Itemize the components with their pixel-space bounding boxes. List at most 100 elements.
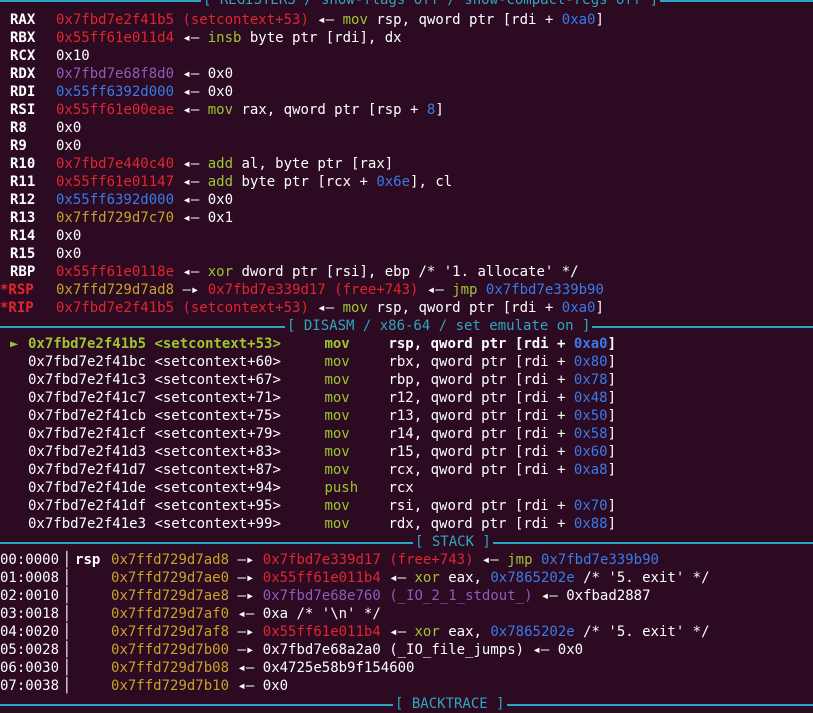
register-name: R13 (10, 210, 36, 226)
instruction-operand: ] (607, 372, 617, 388)
register-value: 0x7ffd729d7c70 (56, 210, 175, 226)
current-instruction-arrow-icon (0, 443, 28, 461)
registers-header: [ REGISTERS / show-flags off / show-comp… (0, 0, 813, 9)
stack-value: xor (414, 570, 440, 586)
stack-register: rsp (75, 552, 101, 568)
register-row: R8 0x0 (0, 119, 81, 137)
instruction-mnemonic: mov (324, 498, 350, 514)
deref-arrow: ◂— (174, 192, 208, 208)
current-instruction-arrow-icon: ► (10, 336, 19, 352)
stack-value: ◂— (532, 588, 567, 604)
stack-value: jmp (507, 552, 533, 568)
register-deref: rax, qword ptr [rsp + (233, 102, 427, 118)
stack-address: 0x7ffd729d7af8 (111, 624, 230, 640)
register-deref: ] (435, 102, 444, 118)
stack-value: ◂— (524, 642, 558, 658)
register-value: 0x55ff61e01147 (56, 174, 175, 190)
current-instruction-arrow-icon (0, 497, 28, 515)
register-value: 0x0 (56, 228, 82, 244)
stack-title: [ STACK ] (413, 533, 493, 551)
register-deref: ] (595, 12, 604, 28)
stack-value: 0x7fbd7e68a2a0 (_IO_file_jumps) (262, 642, 525, 658)
instruction-operand: rbx, qword ptr [rdi + (388, 354, 574, 370)
stack-value: (free+743) (380, 552, 474, 568)
stack-value: 0x7865202e (490, 570, 575, 586)
register-value: 0x55ff61e011d4 (56, 30, 175, 46)
instruction-operand: rsi, qword ptr [rdi + (388, 498, 574, 514)
stack-divider: │ (62, 678, 72, 694)
instruction-operand: ] (607, 516, 617, 532)
disasm-title: [ DISASM / x86-64 / set emulate on ] (285, 317, 593, 335)
jump-target: 0x7fbd7e339b90 (477, 282, 604, 298)
instruction-operand: 0x48 (573, 390, 608, 406)
instruction-operand: 0x58 (573, 426, 608, 442)
stack-address: 0x7ffd729d7b10 (111, 678, 230, 694)
current-instruction-arrow-icon (0, 353, 28, 371)
instruction-mnemonic: mov (324, 354, 350, 370)
stack-value: 0xa /* '\n' */ (262, 606, 381, 622)
instruction-operand: r14, qword ptr [rdi + (388, 426, 574, 442)
disasm-row: 0x7fbd7e2f41e3 <setcontext+99> mov rdx, qw… (0, 515, 616, 533)
register-row: *RIP 0x7fbd7e2f41b5 (setcontext+53) ◂— mo… (0, 299, 604, 317)
register-name: R10 (10, 156, 36, 172)
deref-arrow: ◂— (418, 282, 453, 298)
instruction-address: 0x7fbd7e2f41d3 (28, 444, 147, 460)
instruction-symbol: <setcontext+83> (154, 444, 281, 460)
register-name: RSI (10, 102, 36, 118)
stack-value: —▸ (237, 570, 263, 586)
stack-row: 06:0030 │ 0x7ffd729d7b08 ◂— 0x4725e58b9f15… (0, 659, 414, 677)
register-row: RDX 0x7fbd7e68f8d0 ◂— 0x0 (0, 65, 233, 83)
stack-value: ◂— (473, 552, 508, 568)
stack-address: 0x7ffd729d7ad8 (111, 552, 230, 568)
pointer-arrow: —▸ (174, 282, 208, 298)
stack-offset: 07:0038 (0, 678, 60, 694)
register-value: 0x55ff61e00eae (56, 102, 175, 118)
register-row: R11 0x55ff61e01147 ◂— add byte ptr [rcx +… (0, 173, 452, 191)
register-name: RBP (10, 264, 36, 280)
instruction-symbol: <setcontext+53> (154, 336, 281, 352)
register-name: *RIP (0, 300, 34, 316)
deref-arrow: ◂— (174, 264, 208, 280)
register-deref: 0x1 (207, 210, 234, 226)
instruction-operand: 0x70 (573, 498, 608, 514)
current-instruction-arrow-icon (0, 407, 28, 425)
register-value: 0x0 (56, 138, 82, 154)
register-row: R14 0x0 (0, 227, 81, 245)
stack-address: 0x7ffd729d7ae0 (111, 570, 230, 586)
register-name: *RSP (0, 282, 34, 298)
instruction-operand: ] (607, 426, 617, 442)
stack-row: 07:0038 │ 0x7ffd729d7b10 ◂— 0x0 (0, 677, 288, 695)
instruction-mnemonic: mov (324, 336, 350, 352)
instruction-symbol: <setcontext+75> (154, 408, 281, 424)
stack-value: 0x55ff61e011b4 (262, 624, 381, 640)
instruction-operand: 0x80 (573, 354, 608, 370)
register-deref: rsp, qword ptr [rdi + (367, 12, 562, 28)
stack-value: /* '5. exit' */ (574, 570, 710, 586)
register-value: 0x7ffd729d7ad8 (56, 282, 175, 298)
register-deref: dword ptr [rsi], ebp /* '1. allocate' */ (233, 264, 579, 280)
register-name: RCX (10, 48, 36, 64)
instruction-operand: 0xa0 (573, 336, 608, 352)
register-name: RAX (10, 12, 36, 28)
disasm-header: [ DISASM / x86-64 / set emulate on ] (0, 317, 813, 335)
register-name: R11 (10, 174, 36, 190)
stack-value: eax, (439, 624, 491, 640)
stack-value: ◂— (380, 570, 415, 586)
instruction-address: 0x7fbd7e2f41e3 (28, 516, 147, 532)
register-row: RBX 0x55ff61e011d4 ◂— insb byte ptr [rdi]… (0, 29, 402, 47)
register-row: RBP 0x55ff61e0118e ◂— xor dword ptr [rsi]… (0, 263, 579, 281)
stack-row: 00:0000 │ rsp 0x7ffd729d7ad8 —▸ 0x7fbd7e339… (0, 551, 659, 569)
register-name: RDI (10, 84, 36, 100)
register-deref: 0x0 (207, 84, 234, 100)
deref-arrow: ◂— (308, 300, 343, 316)
register-value: 0x7fbd7e68f8d0 (56, 66, 175, 82)
stack-value: 0x7fbd7e339d17 (262, 552, 381, 568)
instruction-operand: r12, qword ptr [rdi + (388, 390, 574, 406)
backtrace-title: [ BACKTRACE ] (393, 695, 507, 713)
instruction-operand: r15, qword ptr [rdi + (388, 444, 574, 460)
disasm-row-current: ► 0x7fbd7e2f41b5 <setcontext+53> mov rsp, q… (0, 335, 616, 353)
instruction-address: 0x7fbd7e2f41c3 (28, 372, 147, 388)
